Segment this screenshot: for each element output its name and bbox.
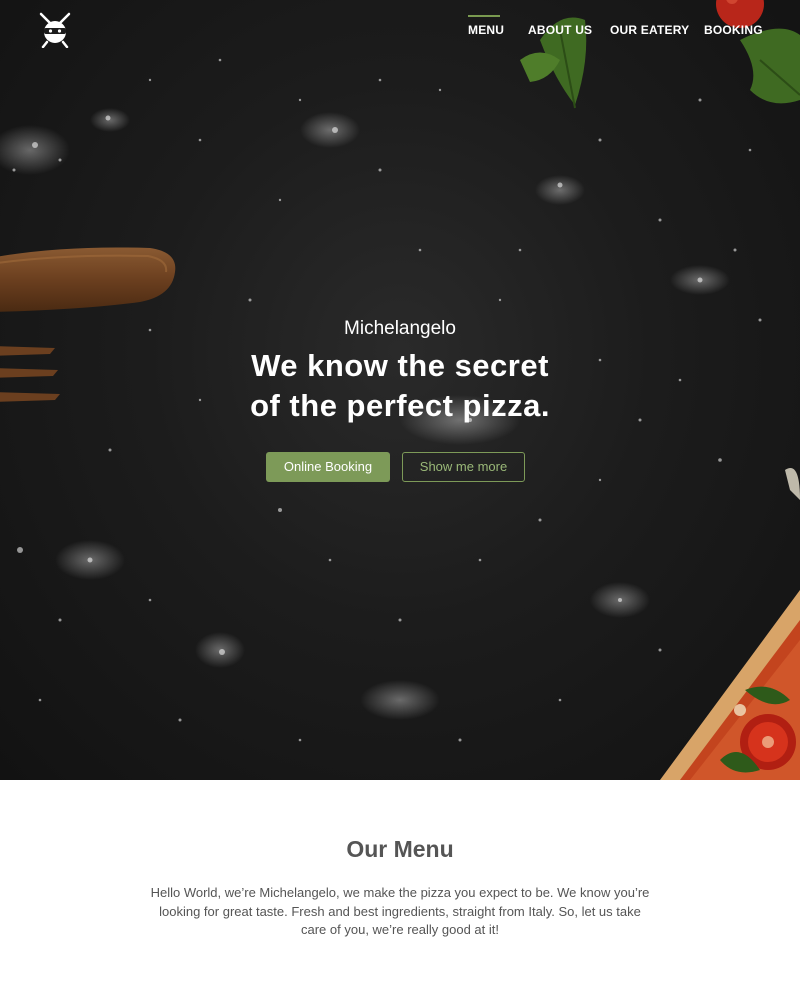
menu-section-text: Hello World, we’re Michelangelo, we make…: [150, 885, 650, 937]
hero-title: We know the secret of the perfect pizza.: [0, 346, 800, 426]
nav-active-indicator: [468, 15, 500, 17]
pizza-ninja-logo-icon[interactable]: [38, 12, 72, 48]
menu-section-title: Our Menu: [346, 836, 454, 862]
nav-item-menu[interactable]: MENU: [468, 23, 504, 37]
online-booking-button[interactable]: Online Booking: [266, 452, 390, 482]
herb-decoration: [520, 0, 800, 109]
nav-item-our-eatery[interactable]: OUR EATERY: [610, 23, 689, 37]
hero-subtitle: Michelangelo: [344, 318, 456, 339]
nav-item-about-us[interactable]: ABOUT US: [528, 23, 592, 37]
hero-title-line-2: of the perfect pizza.: [250, 388, 550, 423]
nav-item-booking[interactable]: BOOKING: [704, 23, 763, 37]
hero-title-line-1: We know the secret: [251, 348, 549, 383]
show-me-more-button[interactable]: Show me more: [402, 452, 525, 482]
hero-section: MENU ABOUT US OUR EATERY BOOKING Michela…: [0, 0, 800, 780]
pizza-slice-decoration: [660, 468, 800, 780]
